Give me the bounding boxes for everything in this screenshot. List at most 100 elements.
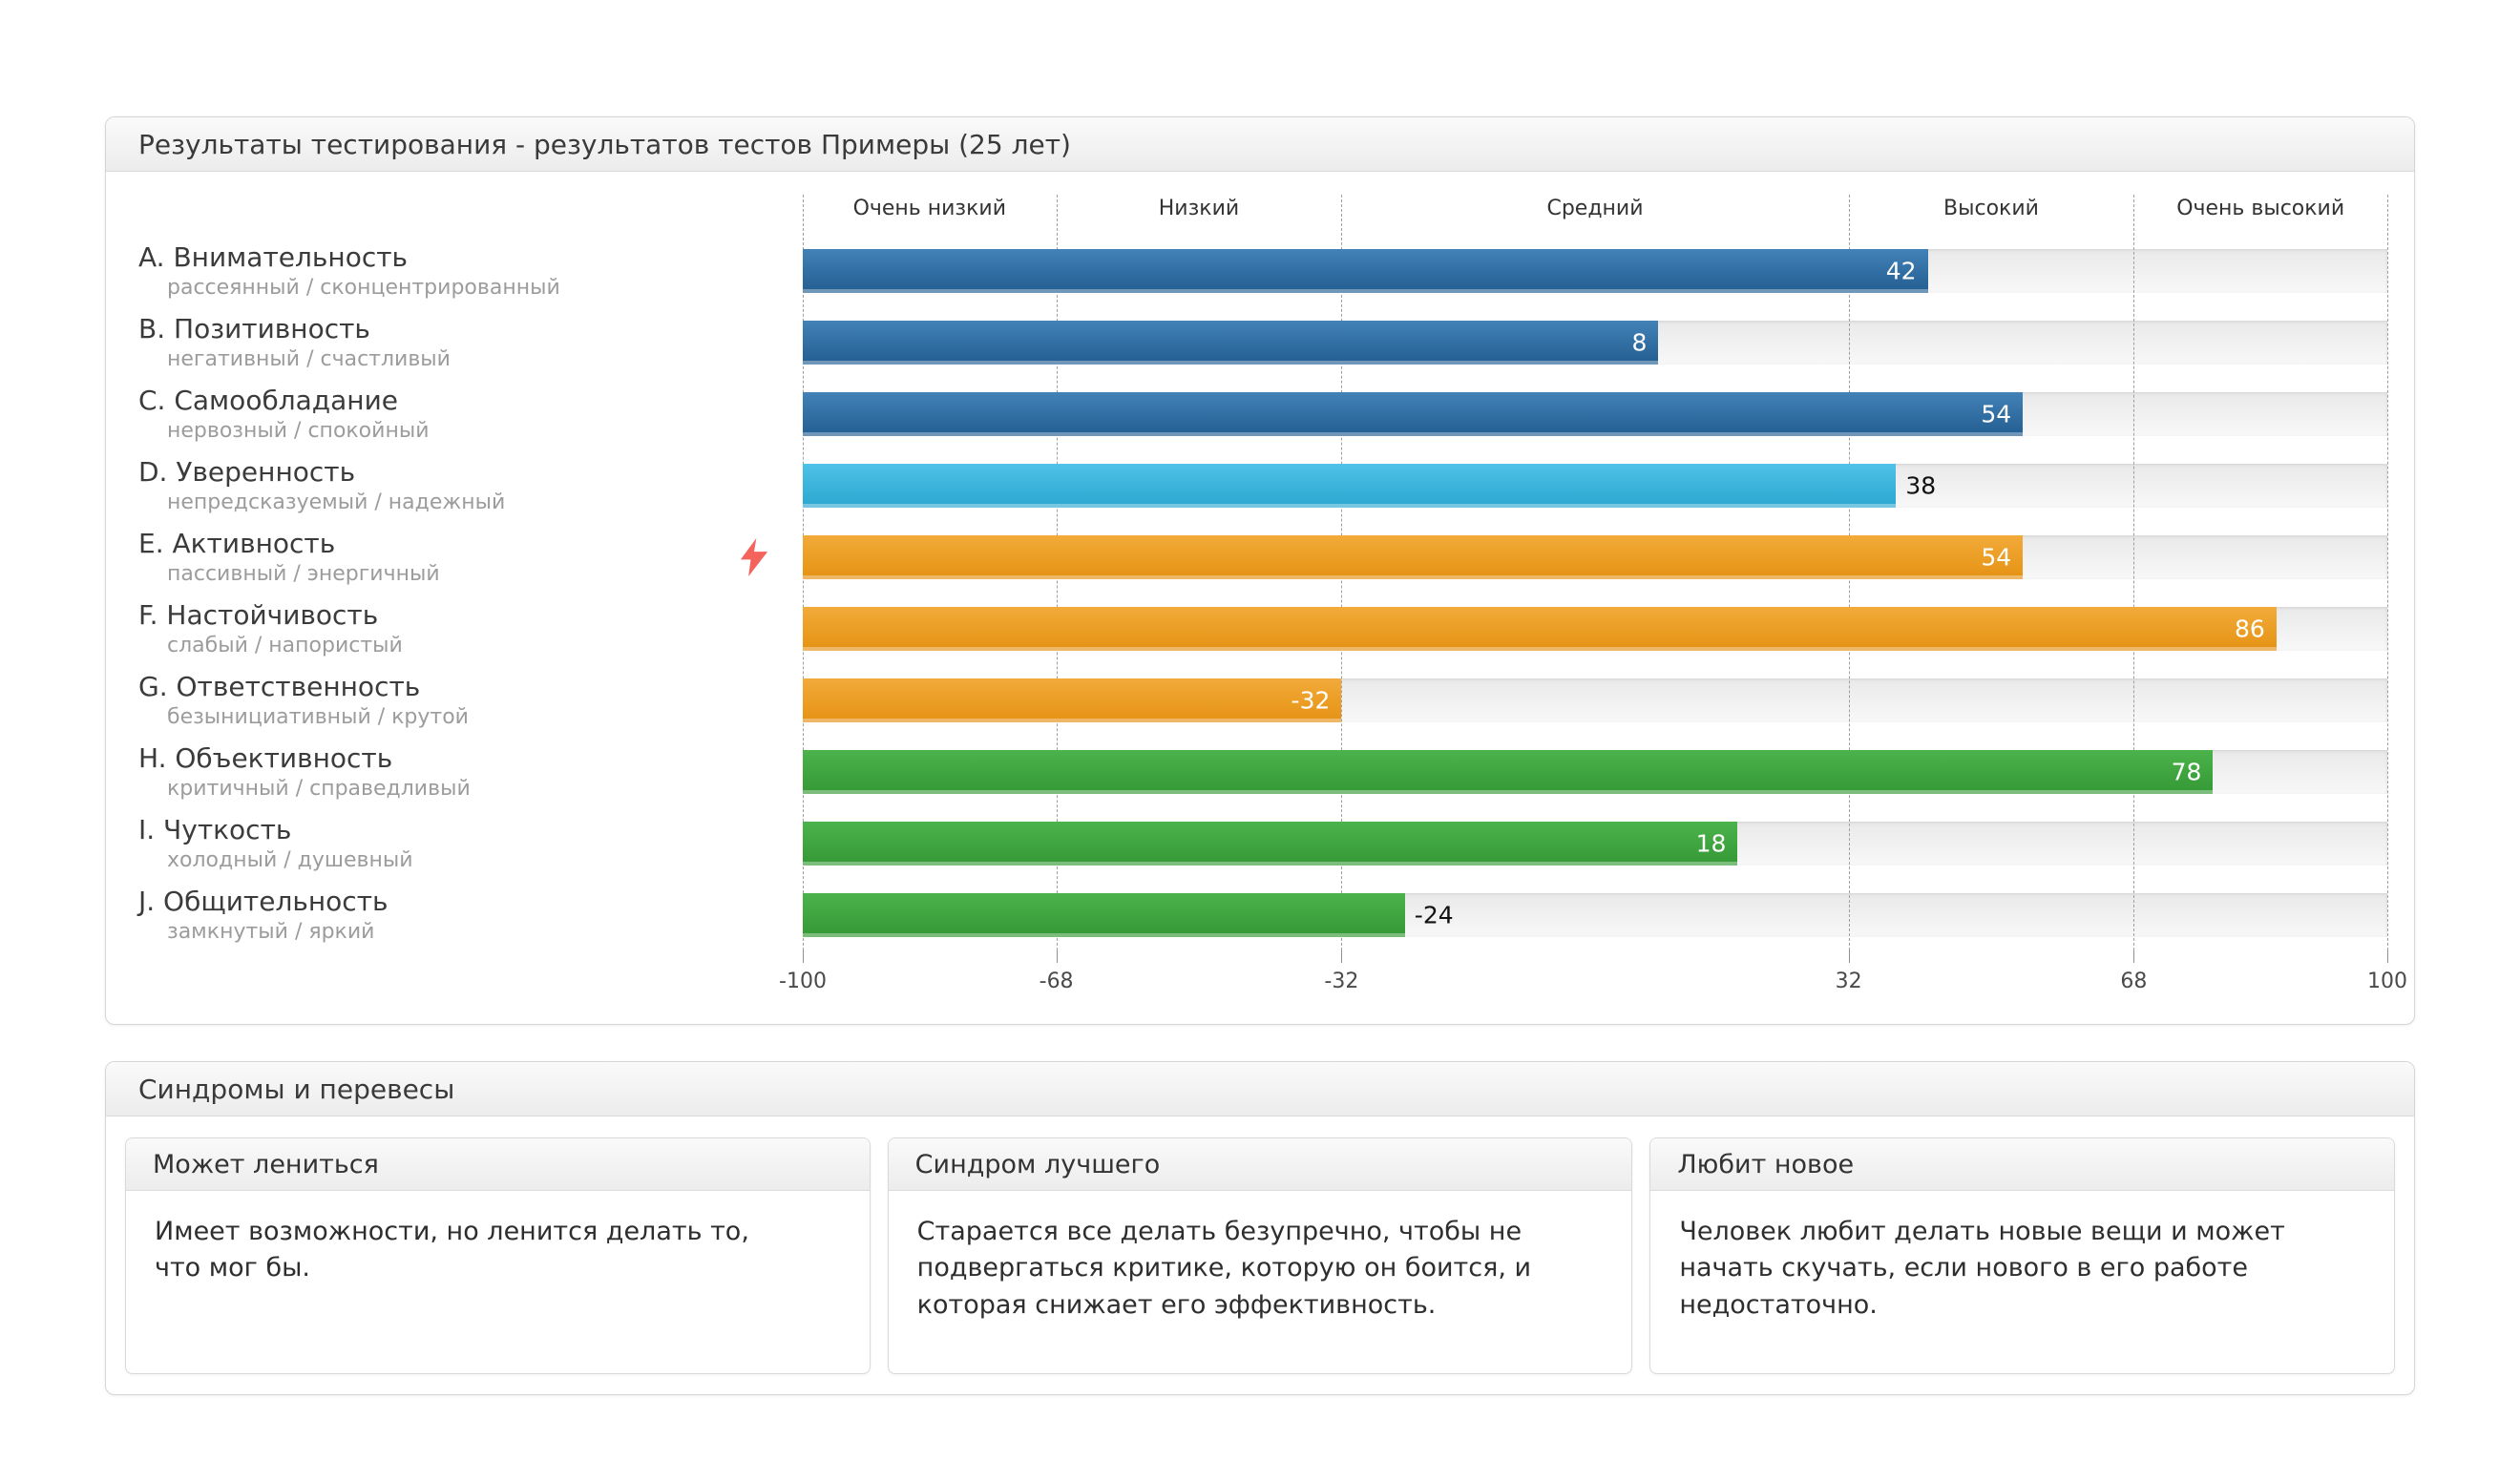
row-label: D. Уверенностьнепредсказуемый / надежный xyxy=(106,449,803,521)
chart-rows: 42 8 54 38 54 86 -32 78 18 -24 xyxy=(803,235,2387,950)
bar-value: 54 xyxy=(1981,400,2011,428)
bar xyxy=(803,893,1405,937)
bar: 54 xyxy=(803,392,2023,436)
syndromes-panel-title: Синдромы и перевесы xyxy=(138,1074,454,1105)
bar-track: 78 xyxy=(803,750,2387,794)
syndromes-panel: Синдромы и перевесы Может лениться Имеет … xyxy=(105,1061,2415,1395)
chart-row: 54 xyxy=(803,521,2387,593)
row-title: C. Самообладание xyxy=(138,385,803,416)
zone-label: Средний xyxy=(1341,195,1848,235)
axis-tick xyxy=(2387,950,2388,963)
axis-tick xyxy=(1057,950,1058,963)
row-label: I. Чуткость холодный / душевный xyxy=(106,807,803,879)
bar-track: -24 xyxy=(803,893,2387,937)
chart-row: -24 xyxy=(803,879,2387,950)
row-subtitle: слабый / напористый xyxy=(138,634,803,657)
bar: 42 xyxy=(803,249,1928,293)
axis-tick xyxy=(803,950,804,963)
grid-line xyxy=(2387,195,2388,950)
bar-value: 78 xyxy=(2172,758,2202,785)
row-title: E. Активность xyxy=(138,528,803,559)
zone-label: Очень высокий xyxy=(2133,195,2387,235)
bar: 18 xyxy=(803,822,1737,866)
lightning-icon xyxy=(740,538,768,576)
row-label: C. Самообладание нервозный / спокойный xyxy=(106,378,803,449)
row-label: F. Настойчивость слабый / напористый xyxy=(106,593,803,664)
results-panel: Результаты тестирования - результатов те… xyxy=(105,116,2415,1025)
row-title: F. Настойчивость xyxy=(138,599,803,631)
test-results-chart: A. Внимательность рассеянный / сконцентри… xyxy=(106,172,2414,950)
row-subtitle: пассивный / энергичный xyxy=(138,562,803,586)
axis-tick xyxy=(2133,950,2134,963)
chart-plot-area: Очень низкийНизкийСреднийВысокийОчень вы… xyxy=(803,195,2387,950)
card-title: Синдром лучшего xyxy=(915,1150,1161,1179)
row-title: B. Позитивность xyxy=(138,313,803,344)
axis-tick xyxy=(1341,950,1342,963)
row-subtitle: негативный / счастливый xyxy=(138,347,803,371)
axis-tick-label: 68 xyxy=(2120,970,2147,993)
card-header: Синдром лучшего xyxy=(889,1138,1632,1191)
bar-track: 18 xyxy=(803,822,2387,866)
syndrome-card: Синдром лучшего Старается все делать безу… xyxy=(888,1137,1633,1374)
zone-label: Низкий xyxy=(1057,195,1342,235)
row-labels-column: A. Внимательность рассеянный / сконцентри… xyxy=(106,195,803,950)
card-header: Может лениться xyxy=(126,1138,870,1191)
card-body: Старается все делать безупречно, чтобы н… xyxy=(889,1191,1632,1346)
bar xyxy=(803,464,1896,508)
axis-tick-label: -68 xyxy=(1040,970,1074,993)
bar-value: 18 xyxy=(1696,829,1727,857)
row-label: B. Позитивность негативный / счастливый xyxy=(106,306,803,378)
chart-row: 38 xyxy=(803,449,2387,521)
results-panel-header: Результаты тестирования - результатов те… xyxy=(106,117,2414,172)
bar: 86 xyxy=(803,607,2277,651)
row-title: J. Общительность xyxy=(138,886,803,917)
chart-row: 8 xyxy=(803,306,2387,378)
row-label: A. Внимательность рассеянный / сконцентри… xyxy=(106,235,803,306)
axis-tick-label: -100 xyxy=(779,970,827,993)
axis-tick-label: -32 xyxy=(1324,970,1358,993)
card-body: Имеет возможности, но ленится делать то,… xyxy=(126,1191,870,1310)
syndrome-card: Может лениться Имеет возможности, но лени… xyxy=(125,1137,871,1374)
bar: -32 xyxy=(803,678,1341,722)
syndromes-panel-header: Синдромы и перевесы xyxy=(106,1062,2414,1116)
row-subtitle: замкнутый / яркий xyxy=(138,920,803,944)
x-axis-labels: -100-68-323268100 xyxy=(803,970,2387,1002)
bar-value: 54 xyxy=(1981,543,2011,571)
bar-track: 8 xyxy=(803,321,2387,365)
bar-value: -32 xyxy=(1292,686,1331,714)
row-subtitle: непредсказуемый / надежный xyxy=(138,490,803,514)
row-subtitle: рассеянный / сконцентрированный xyxy=(138,276,803,300)
bar-track: 54 xyxy=(803,535,2387,579)
card-body: Человек любит делать новые вещи и может … xyxy=(1650,1191,2394,1346)
row-title: I. Чуткость xyxy=(138,814,803,845)
row-subtitle: нервозный / спокойный xyxy=(138,419,803,443)
card-text: Имеет возможности, но ленится делать то,… xyxy=(155,1214,785,1287)
chart-row: 54 xyxy=(803,378,2387,449)
bar-value: 38 xyxy=(1905,471,1936,499)
syndrome-card: Любит новое Человек любит делать новые ве… xyxy=(1649,1137,2395,1374)
bar-track: 86 xyxy=(803,607,2387,651)
axis-tick xyxy=(1849,950,1850,963)
card-title: Может лениться xyxy=(153,1150,379,1179)
zone-label: Очень низкий xyxy=(803,195,1057,235)
axis-tick-label: 100 xyxy=(2367,970,2407,993)
row-title: D. Уверенность xyxy=(138,456,803,488)
axis-tick-label: 32 xyxy=(1836,970,1862,993)
syndrome-cards: Может лениться Имеет возможности, но лени… xyxy=(106,1116,2414,1396)
bar: 8 xyxy=(803,321,1658,365)
zone-header-row: Очень низкийНизкийСреднийВысокийОчень вы… xyxy=(803,195,2387,235)
bar-value: -24 xyxy=(1415,901,1454,928)
bar-track: 42 xyxy=(803,249,2387,293)
bar-value: 86 xyxy=(2235,615,2265,642)
card-text: Старается все делать безупречно, чтобы н… xyxy=(917,1214,1547,1324)
card-header: Любит новое xyxy=(1650,1138,2394,1191)
chart-row: 18 xyxy=(803,807,2387,879)
row-label: E. Активность пассивный / энергичный xyxy=(106,521,803,593)
bar-value: 8 xyxy=(1631,328,1647,356)
row-title: A. Внимательность xyxy=(138,241,803,273)
row-title: H. Объективность xyxy=(138,742,803,774)
zone-label: Высокий xyxy=(1849,195,2134,235)
bar-track: 54 xyxy=(803,392,2387,436)
row-subtitle: холодный / душевный xyxy=(138,848,803,872)
card-text: Человек любит делать новые вещи и может … xyxy=(1679,1214,2309,1324)
